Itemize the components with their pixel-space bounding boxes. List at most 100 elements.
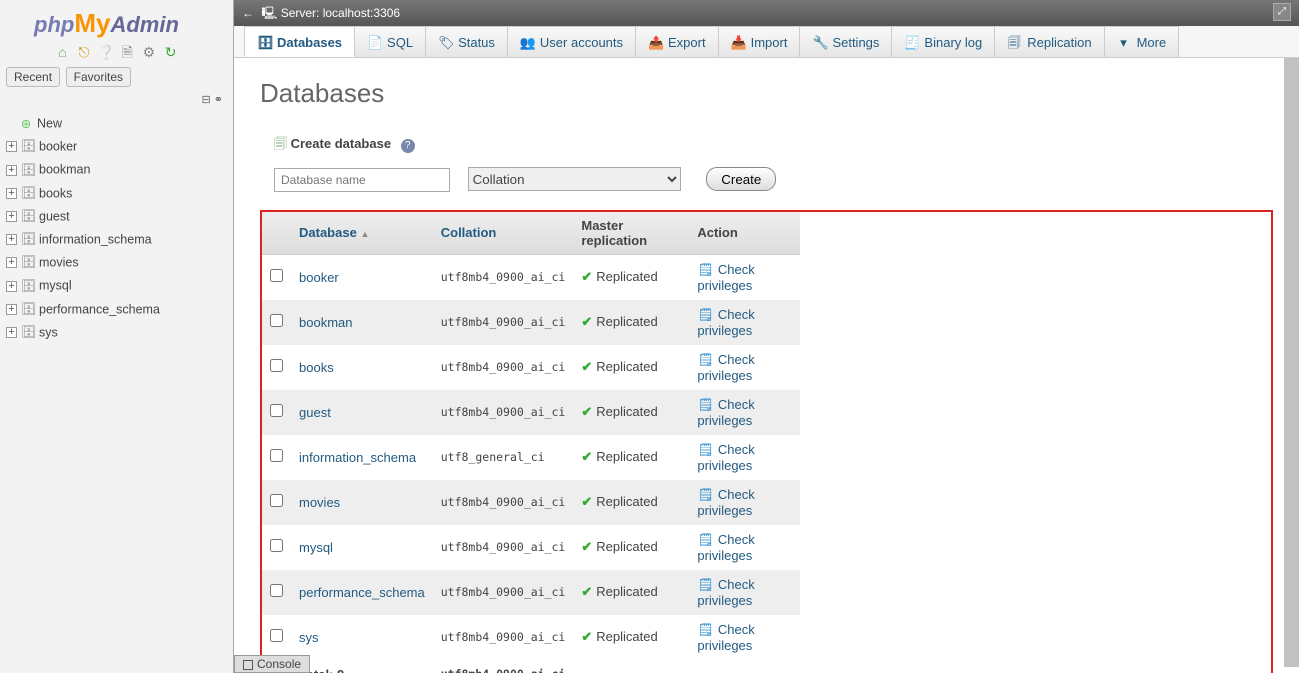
row-checkbox[interactable]	[270, 269, 283, 282]
sidebar: phpMyAdmin ⌂ ⎋ ❔ 🗎 ⚙ ↻ Recent Favorites …	[0, 0, 233, 673]
collapse-all-icon[interactable]: ⊟	[202, 94, 211, 106]
expand-icon[interactable]: +	[6, 304, 17, 315]
new-db-icon: ⊕	[19, 116, 33, 131]
settings-icon[interactable]: ⚙	[141, 44, 157, 60]
tab-settings[interactable]: 🔧Settings	[799, 26, 892, 57]
help-icon[interactable]: ?	[401, 139, 415, 153]
tree-item-information_schema[interactable]: information_schema	[39, 233, 152, 247]
row-collation: utf8mb4_0900_ai_ci	[433, 254, 574, 300]
privileges-icon: 🗒	[697, 307, 714, 322]
create-db-heading: 🗐 Create database ?	[260, 135, 1273, 157]
table-row: sysutf8mb4_0900_ai_ci✔Replicated🗒Check p…	[262, 615, 800, 660]
db-link-bookman[interactable]: bookman	[299, 315, 352, 330]
tree-item-movies[interactable]: movies	[39, 256, 79, 270]
row-checkbox[interactable]	[270, 359, 283, 372]
col-collation[interactable]: Collation	[441, 225, 497, 240]
row-checkbox[interactable]	[270, 629, 283, 642]
tab-binary-log[interactable]: 🧾Binary log	[891, 26, 995, 57]
privileges-icon: 🗒	[697, 532, 714, 547]
expand-icon[interactable]: +	[6, 327, 17, 338]
row-checkbox[interactable]	[270, 584, 283, 597]
privileges-icon: 🗒	[697, 442, 714, 457]
tree-item-guest[interactable]: guest	[39, 210, 70, 224]
db-link-guest[interactable]: guest	[299, 405, 331, 420]
row-checkbox[interactable]	[270, 404, 283, 417]
table-row: moviesutf8mb4_0900_ai_ci✔Replicated🗒Chec…	[262, 480, 800, 525]
row-replication: ✔Replicated	[573, 570, 689, 615]
check-icon: ✔	[581, 494, 592, 509]
db-link-information_schema[interactable]: information_schema	[299, 450, 416, 465]
tree-new[interactable]: New	[37, 117, 62, 131]
expand-icon[interactable]: +	[6, 188, 17, 199]
expand-icon[interactable]: +	[6, 281, 17, 292]
tree-item-sys[interactable]: sys	[39, 326, 58, 340]
refresh-icon[interactable]: ↻	[163, 44, 179, 60]
db-link-sys[interactable]: sys	[299, 630, 319, 645]
check-icon: ✔	[581, 404, 592, 419]
row-checkbox[interactable]	[270, 314, 283, 327]
tab-databases[interactable]: 🗄Databases	[244, 26, 355, 57]
expand-icon[interactable]: +	[6, 141, 17, 152]
tree-item-booker[interactable]: booker	[39, 140, 77, 154]
tab-import[interactable]: 📥Import	[718, 26, 801, 57]
col-master: Master replication	[573, 212, 689, 255]
content-area: Databases 🗐 Create database ? Collation …	[234, 58, 1299, 673]
recent-tab[interactable]: Recent	[6, 67, 60, 87]
collapse-topbar-icon[interactable]: ⤢	[1273, 3, 1291, 21]
db-link-mysql[interactable]: mysql	[299, 540, 333, 555]
row-collation: utf8mb4_0900_ai_ci	[433, 570, 574, 615]
table-row: mysqlutf8mb4_0900_ai_ci✔Replicated🗒Check…	[262, 525, 800, 570]
tab-status[interactable]: 🏷Status	[425, 26, 508, 57]
db-link-movies[interactable]: movies	[299, 495, 340, 510]
scrollbar[interactable]	[1284, 58, 1299, 667]
expand-icon[interactable]: +	[6, 257, 17, 268]
home-icon[interactable]: ⌂	[54, 44, 70, 60]
row-collation: utf8mb4_0900_ai_ci	[433, 390, 574, 435]
tab-more[interactable]: ▾More	[1104, 26, 1180, 57]
collation-select[interactable]: Collation	[468, 167, 681, 191]
tab-replication[interactable]: 🗐Replication	[994, 26, 1104, 57]
tab-icon: ▾	[1117, 27, 1131, 58]
tree-item-performance_schema[interactable]: performance_schema	[39, 302, 160, 316]
db-name-input[interactable]	[274, 168, 450, 192]
check-icon: ✔	[581, 629, 592, 644]
table-row: information_schemautf8_general_ci✔Replic…	[262, 435, 800, 480]
row-replication: ✔Replicated	[573, 390, 689, 435]
expand-icon[interactable]: +	[6, 234, 17, 245]
expand-icon[interactable]: +	[6, 211, 17, 222]
tab-user-accounts[interactable]: 👥User accounts	[507, 26, 636, 57]
sql-icon[interactable]: 🗎	[119, 44, 135, 60]
row-replication: ✔Replicated	[573, 480, 689, 525]
tab-export[interactable]: 📤Export	[635, 26, 719, 57]
db-link-performance_schema[interactable]: performance_schema	[299, 585, 425, 600]
expand-icon[interactable]: +	[6, 165, 17, 176]
tab-icon: 🏷	[438, 27, 452, 58]
favorites-tab[interactable]: Favorites	[66, 67, 131, 87]
row-replication: ✔Replicated	[573, 525, 689, 570]
row-checkbox[interactable]	[270, 449, 283, 462]
check-icon: ✔	[581, 584, 592, 599]
logo[interactable]: phpMyAdmin	[0, 0, 233, 41]
link-icon[interactable]: ⚭	[214, 94, 223, 106]
total-collation: utf8mb4_0900_ai_ci	[433, 660, 574, 673]
tree-item-books[interactable]: books	[39, 186, 72, 200]
server-icon: 🖳	[261, 6, 280, 20]
col-database[interactable]: Database	[299, 225, 357, 240]
tree-item-bookman[interactable]: bookman	[39, 163, 90, 177]
row-checkbox[interactable]	[270, 494, 283, 507]
db-link-booker[interactable]: booker	[299, 270, 339, 285]
total-label: Total: 9	[291, 660, 433, 673]
db-link-books[interactable]: books	[299, 360, 334, 375]
docs-icon[interactable]: ❔	[98, 44, 114, 60]
create-button[interactable]: Create	[706, 167, 776, 191]
nav-back-icon[interactable]: ←	[242, 0, 258, 26]
tree-item-mysql[interactable]: mysql	[39, 279, 72, 293]
row-checkbox[interactable]	[270, 539, 283, 552]
nav-quick-icons: ⌂ ⎋ ❔ 🗎 ⚙ ↻	[0, 41, 233, 63]
tab-sql[interactable]: 📄SQL	[354, 26, 426, 57]
topbar: ← 🖳 Server: localhost:3306 ⤢	[234, 0, 1299, 26]
console-toggle[interactable]: Console	[234, 655, 310, 673]
table-row: bookmanutf8mb4_0900_ai_ci✔Replicated🗒Che…	[262, 300, 800, 345]
server-breadcrumb[interactable]: Server: localhost:3306	[281, 6, 400, 20]
logout-icon[interactable]: ⎋	[76, 44, 92, 60]
